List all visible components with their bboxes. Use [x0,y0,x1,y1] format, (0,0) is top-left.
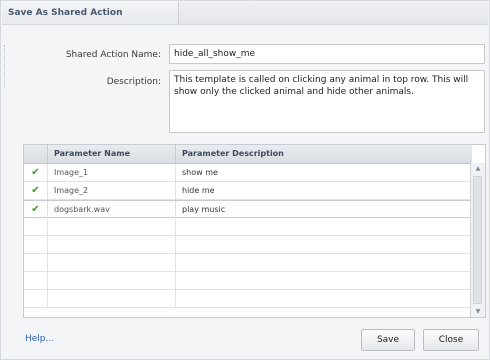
parameter-name-cell[interactable]: dogsbark.wav [48,201,176,218]
description-textarea[interactable]: This template is called on clicking any … [169,70,485,133]
empty-table-row[interactable] [24,236,472,254]
column-header-parameter-name[interactable]: Parameter Name [48,145,176,163]
row-check-cell: ✔ [24,182,48,199]
shared-action-name-label: Shared Action Name: [65,50,161,60]
help-link[interactable]: Help... [25,334,54,344]
empty-cell [176,272,472,289]
empty-cell [48,254,176,271]
empty-cell [48,236,176,253]
empty-table-row[interactable] [24,290,472,308]
resize-grip[interactable] [4,45,8,87]
column-header-check [24,145,48,163]
table-row-selected[interactable]: ✔ dogsbark.wav play music [24,200,472,218]
row-check-cell: ✔ [24,201,48,218]
parameter-description-cell[interactable]: play music [176,201,472,218]
empty-cell [176,290,472,307]
empty-cell [24,236,48,253]
parameter-description-cell[interactable]: show me [176,164,472,181]
title-tab: Save As Shared Action [2,2,179,24]
scroll-up-arrow-icon[interactable]: ▲ [471,163,485,175]
dialog-title: Save As Shared Action [8,8,123,18]
parameter-description-cell[interactable]: hide me [176,182,472,199]
close-button[interactable]: Close [423,329,479,351]
empty-cell [48,290,176,307]
checkmark-icon: ✔ [31,167,40,178]
parameter-name-cell[interactable]: Image_2 [48,182,176,199]
empty-cell [48,272,176,289]
scroll-down-arrow-icon[interactable]: ▼ [471,306,485,317]
shared-action-name-input[interactable] [169,44,485,64]
column-header-parameter-description[interactable]: Parameter Description [176,145,472,163]
empty-cell [24,290,48,307]
checkmark-icon: ✔ [31,185,40,196]
parameters-table: Parameter Name Parameter Description ✔ I… [23,144,486,318]
empty-cell [176,236,472,253]
empty-cell [48,218,176,235]
empty-cell [24,272,48,289]
table-row[interactable]: ✔ Image_1 show me [24,164,472,182]
empty-table-row[interactable] [24,218,472,236]
save-shared-action-dialog: Save As Shared Action Shared Action Name… [0,0,490,360]
description-label: Description: [106,77,161,87]
table-row[interactable]: ✔ Image_2 hide me [24,182,472,200]
scrollbar-thumb[interactable] [473,176,482,304]
save-button[interactable]: Save [361,329,415,351]
table-scrollbar[interactable]: ▲ ▼ [470,163,485,317]
parameter-name-cell[interactable]: Image_1 [48,164,176,181]
checkmark-icon: ✔ [31,204,40,215]
empty-table-row[interactable] [24,272,472,290]
table-header: Parameter Name Parameter Description [24,145,472,164]
empty-cell [24,218,48,235]
empty-cell [176,218,472,235]
row-check-cell: ✔ [24,164,48,181]
empty-cell [176,254,472,271]
table-body: ✔ Image_1 show me ✔ Image_2 hide me ✔ do… [24,164,472,308]
empty-table-row[interactable] [24,254,472,272]
dialog-titlebar: Save As Shared Action [2,2,488,25]
empty-cell [24,254,48,271]
